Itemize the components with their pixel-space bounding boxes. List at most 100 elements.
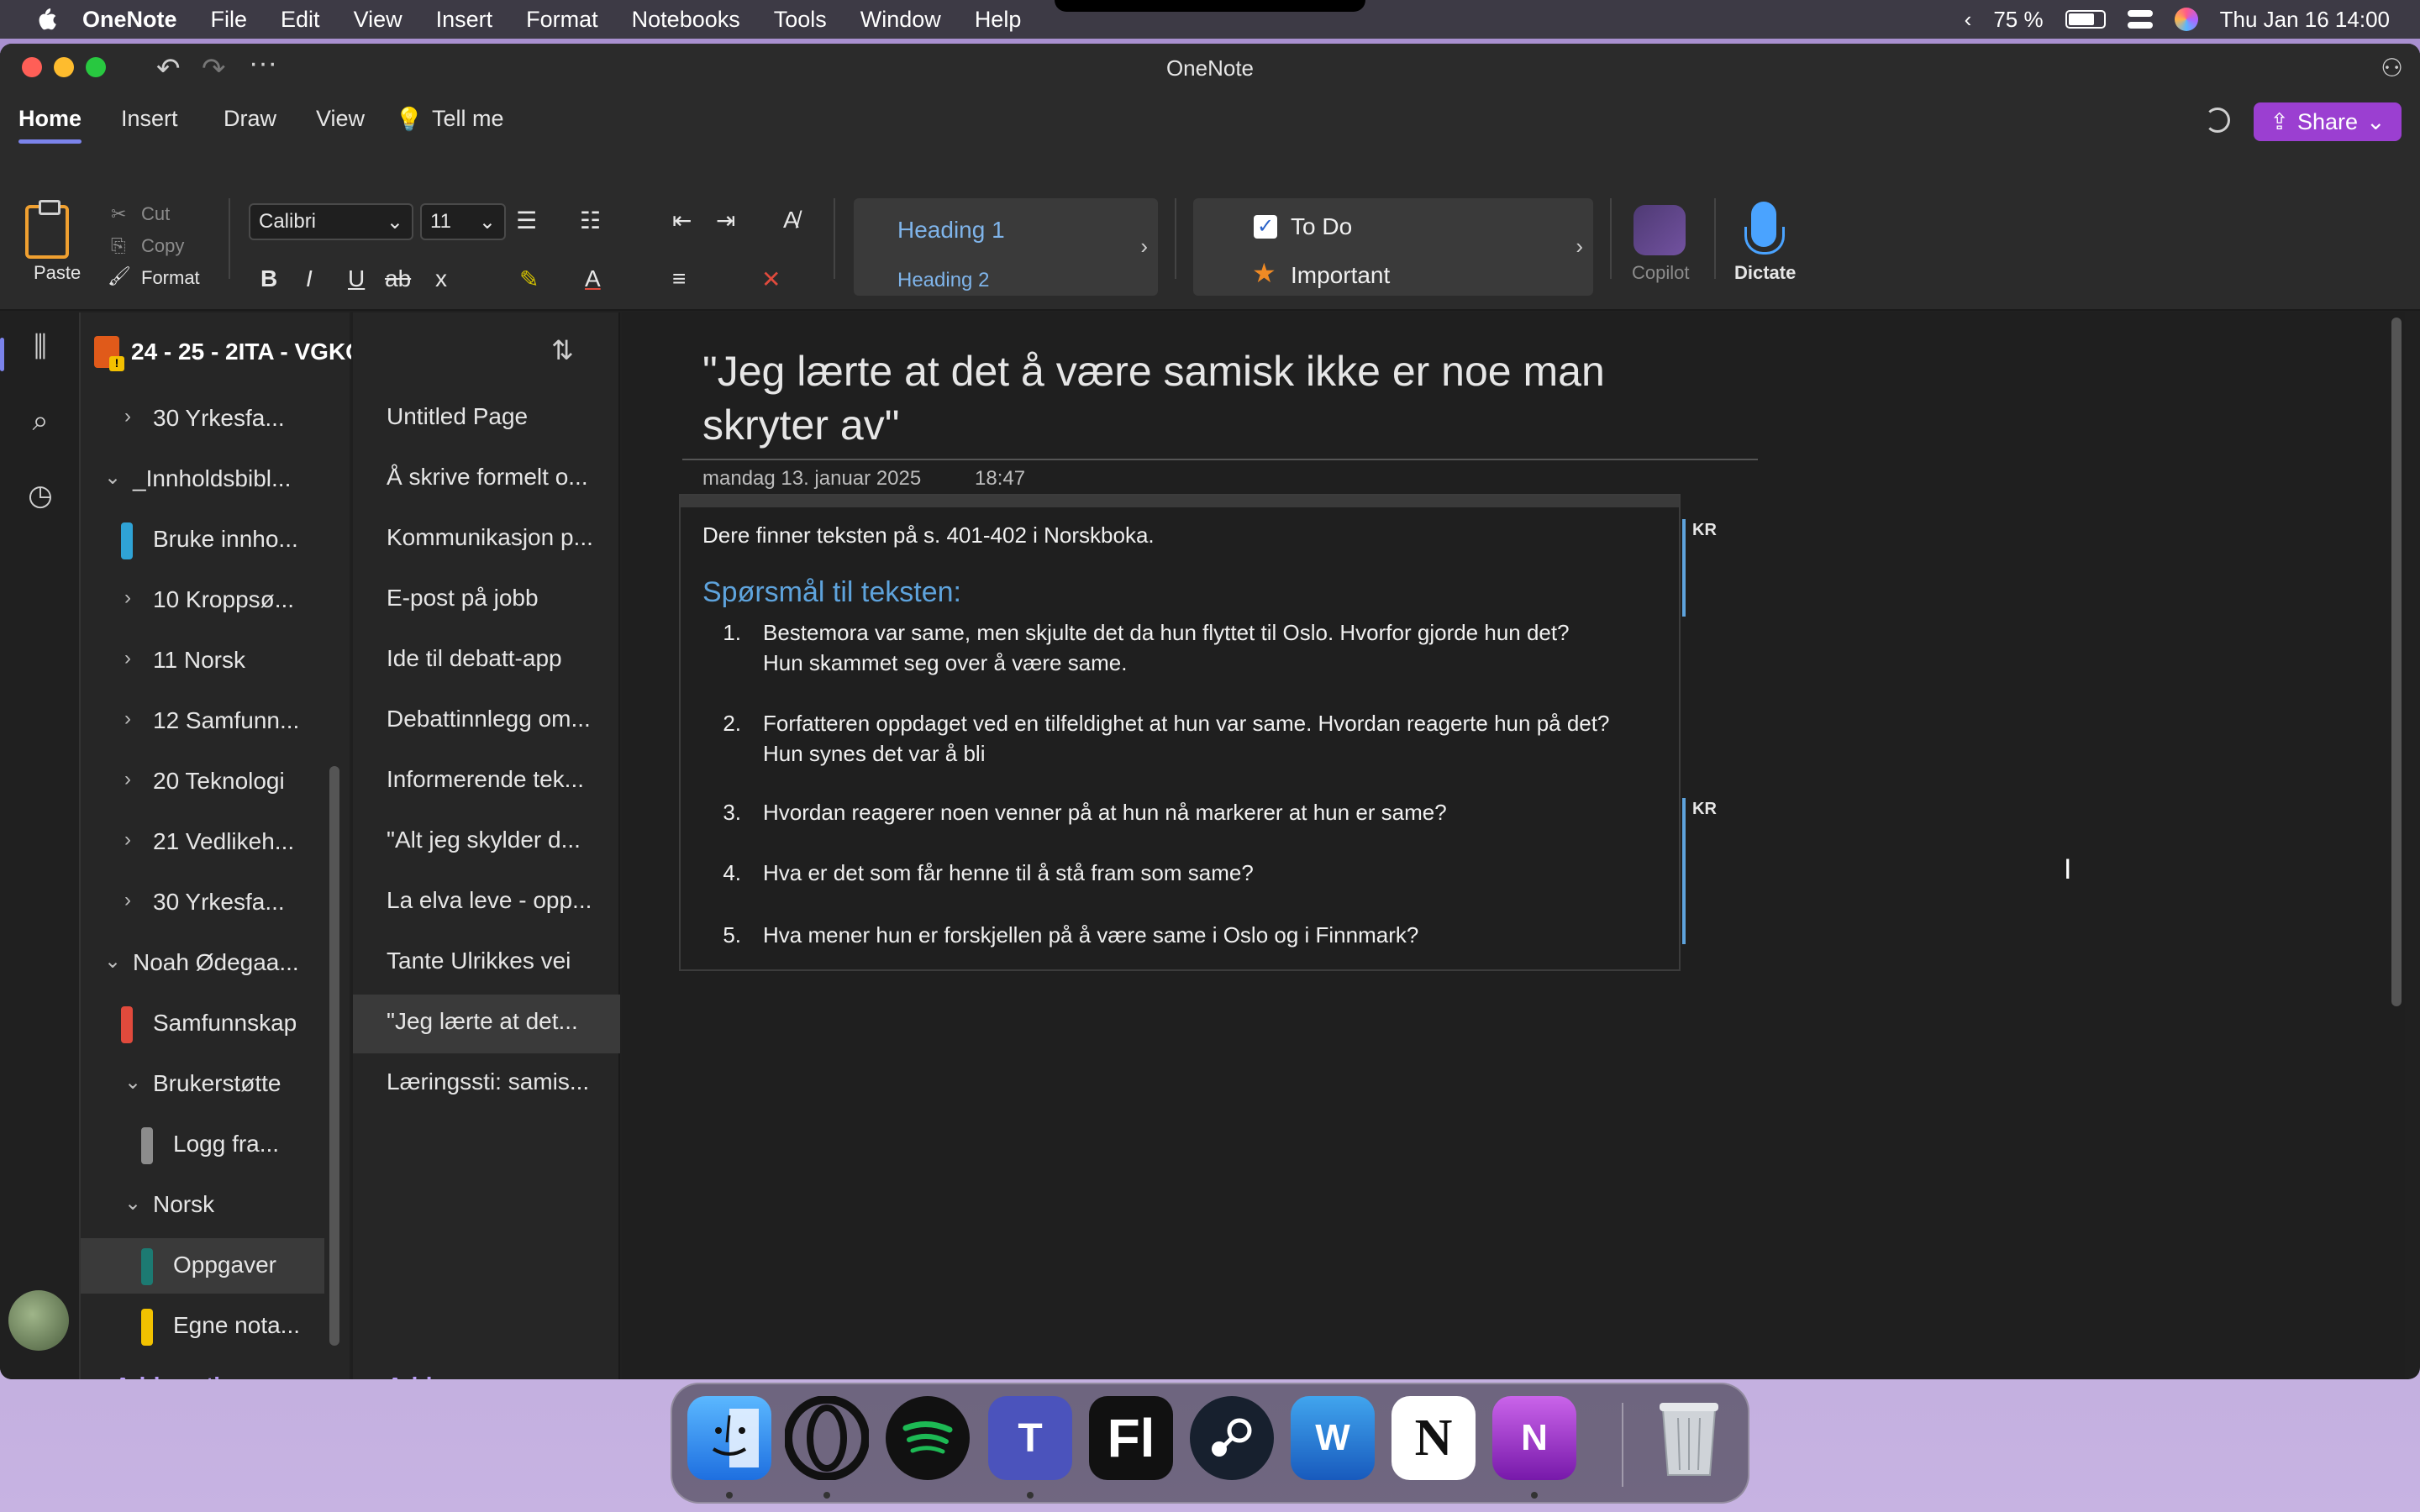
finder-icon[interactable] bbox=[687, 1396, 771, 1480]
paste-icon[interactable] bbox=[25, 200, 69, 259]
note-drag-handle[interactable] bbox=[681, 496, 1679, 507]
chevron-right-icon[interactable]: › bbox=[124, 707, 131, 731]
chevron-down-icon[interactable]: ⌄ bbox=[124, 1070, 141, 1095]
page-list-item[interactable]: Læringssti: samis... bbox=[353, 1055, 620, 1114]
chevron-down-icon[interactable]: ⌄ bbox=[104, 949, 121, 974]
tag-important[interactable]: Important bbox=[1291, 262, 1390, 289]
menu-window[interactable]: Window bbox=[860, 7, 941, 33]
sidebar-item-section[interactable]: ⌄ Brukerstøtte bbox=[81, 1057, 324, 1112]
menu-help[interactable]: Help bbox=[975, 7, 1022, 33]
sidebar-item-section[interactable]: › 20 Teknologi bbox=[81, 754, 324, 810]
chevron-right-icon[interactable]: › bbox=[124, 768, 131, 791]
notebooks-icon[interactable]: ⫼ bbox=[22, 331, 59, 368]
tell-me-search[interactable]: Tell me bbox=[432, 106, 504, 132]
note-container[interactable]: Dere finner teksten på s. 401-402 i Nors… bbox=[679, 494, 1681, 971]
account-icon[interactable]: ⚇ bbox=[2381, 54, 2403, 83]
chevron-down-icon[interactable]: ⌄ bbox=[104, 465, 121, 490]
avatar[interactable] bbox=[8, 1290, 69, 1351]
page-list-item[interactable]: Å skrive formelt o... bbox=[353, 450, 620, 509]
chevron-right-icon[interactable]: › bbox=[124, 828, 131, 852]
menu-view[interactable]: View bbox=[354, 7, 402, 33]
font-size-select[interactable]: 11 ⌄ bbox=[420, 203, 506, 240]
copilot-icon[interactable] bbox=[1634, 205, 1686, 255]
sidebar-item-section[interactable]: › 30 Yrkesfa... bbox=[81, 875, 324, 931]
chevron-right-icon[interactable]: › bbox=[1140, 234, 1148, 260]
sidebar-item-section[interactable]: ⌄ Norsk bbox=[81, 1178, 324, 1233]
add-page-button[interactable]: Add page bbox=[387, 1373, 494, 1379]
menu-file[interactable]: File bbox=[211, 7, 248, 33]
page-list-item[interactable]: "Jeg lærte at det... bbox=[353, 995, 620, 1053]
styles-gallery[interactable]: Heading 1 Heading 2 › bbox=[854, 198, 1158, 296]
battery-icon[interactable] bbox=[2065, 10, 2106, 29]
page-list-item[interactable]: Tante Ulrikkes vei bbox=[353, 934, 620, 993]
font-color-icon[interactable]: A bbox=[585, 265, 601, 292]
question-5[interactable]: Hva mener hun er forskjellen på å være s… bbox=[763, 922, 1418, 948]
fl-studio-icon[interactable]: Fl bbox=[1089, 1396, 1173, 1480]
bold-button[interactable]: B bbox=[260, 265, 277, 292]
increase-indent-icon[interactable]: ⇥ bbox=[716, 207, 735, 234]
chevron-right-icon[interactable]: › bbox=[124, 889, 131, 912]
dictate-label[interactable]: Dictate bbox=[1734, 262, 1796, 284]
menu-insert[interactable]: Insert bbox=[436, 7, 493, 33]
chevron-right-icon[interactable]: › bbox=[124, 647, 131, 670]
italic-button[interactable]: I bbox=[306, 265, 313, 292]
page-list-item[interactable]: La elva leve - opp... bbox=[353, 874, 620, 932]
recent-icon[interactable]: ◷ bbox=[22, 479, 59, 516]
cut-icon[interactable]: ✂ bbox=[111, 203, 126, 225]
sidebar-item-section[interactable]: › 12 Samfunn... bbox=[81, 694, 324, 749]
page-list-item[interactable]: Ide til debatt-app bbox=[353, 632, 620, 690]
trash-icon[interactable] bbox=[1647, 1396, 1731, 1480]
menu-clock[interactable]: Thu Jan 16 14:00 bbox=[2220, 7, 2390, 33]
align-icon[interactable]: ≡ bbox=[672, 265, 686, 292]
format-painter-label[interactable]: Format bbox=[141, 267, 200, 289]
page-title[interactable]: "Jeg lærte at det å være samisk ikke er … bbox=[702, 344, 1728, 452]
sidebar-item-section[interactable]: Bruke innho... bbox=[81, 512, 324, 568]
question-4[interactable]: Hva er det som får henne til å stå fram … bbox=[763, 860, 1254, 886]
tab-draw[interactable]: Draw bbox=[224, 106, 276, 132]
tab-home[interactable]: Home bbox=[18, 106, 82, 144]
clear-formatting-icon[interactable]: A̸ bbox=[783, 207, 799, 234]
strikethrough-button[interactable]: ab bbox=[385, 265, 411, 292]
siri-icon[interactable] bbox=[2174, 8, 2198, 31]
format-painter-icon[interactable]: 🖌 bbox=[108, 265, 131, 287]
page-canvas[interactable]: "Jeg lærte at det å være samisk ikke er … bbox=[622, 312, 2405, 1379]
canvas-scrollbar[interactable] bbox=[2391, 318, 2402, 1006]
style-heading-1[interactable]: Heading 1 bbox=[897, 217, 1005, 244]
sort-icon[interactable]: ⇅ bbox=[551, 334, 574, 366]
page-list-item[interactable]: Kommunikasjon p... bbox=[353, 511, 620, 570]
sidebar-item-section[interactable]: Logg fra... bbox=[81, 1117, 324, 1173]
apple-menu-icon[interactable] bbox=[34, 5, 59, 34]
search-icon[interactable]: ⌕ bbox=[22, 405, 59, 442]
page-list-item[interactable]: "Alt jeg skylder d... bbox=[353, 813, 620, 872]
cut-label[interactable]: Cut bbox=[141, 203, 170, 225]
question-3[interactable]: Hvordan reagerer noen venner på at hun n… bbox=[763, 800, 1447, 826]
onenote-icon[interactable]: N bbox=[1492, 1396, 1576, 1480]
question-1[interactable]: Bestemora var same, men skjulte det da h… bbox=[763, 620, 1570, 646]
sidebar-item-section[interactable]: › 30 Yrkesfa... bbox=[81, 391, 324, 447]
paste-label[interactable]: Paste bbox=[34, 262, 81, 284]
menu-tools[interactable]: Tools bbox=[774, 7, 827, 33]
copy-icon[interactable]: ⎘ bbox=[111, 235, 126, 257]
underline-button[interactable]: U bbox=[348, 265, 365, 292]
subscript-button[interactable]: x bbox=[435, 265, 447, 292]
answer-1[interactable]: Hun skammet seg over å være same. bbox=[763, 650, 1128, 676]
sidebar-item-section[interactable]: ⌄ Noah Ødegaa... bbox=[81, 936, 324, 991]
sidebar-item-section[interactable]: Oppgaver bbox=[81, 1238, 324, 1294]
page-list-item[interactable]: Untitled Page bbox=[353, 390, 620, 449]
add-section-button[interactable]: Add section bbox=[114, 1373, 249, 1379]
word-icon[interactable]: W bbox=[1291, 1396, 1375, 1480]
opera-icon[interactable] bbox=[785, 1396, 869, 1480]
control-center-icon[interactable] bbox=[2127, 10, 2153, 29]
chevron-left-icon[interactable]: ‹ bbox=[1965, 7, 1972, 33]
copilot-label[interactable]: Copilot bbox=[1632, 262, 1689, 284]
sidebar-item-section[interactable]: › 21 Vedlikeh... bbox=[81, 815, 324, 870]
microphone-icon[interactable] bbox=[1744, 202, 1785, 255]
sidebar-item-section[interactable]: Egne nota... bbox=[81, 1299, 324, 1354]
copy-label[interactable]: Copy bbox=[141, 235, 184, 257]
chevron-down-icon[interactable]: ⌄ bbox=[124, 1191, 141, 1215]
teams-icon[interactable]: T bbox=[988, 1396, 1072, 1480]
note-intro[interactable]: Dere finner teksten på s. 401-402 i Nors… bbox=[702, 522, 1155, 549]
sidebar-item-section[interactable]: ⌄ _Innholdsbibl... bbox=[81, 452, 324, 507]
share-button[interactable]: ⇪ Share ⌄ bbox=[2254, 102, 2402, 141]
menu-app-name[interactable]: OneNote bbox=[82, 7, 177, 33]
